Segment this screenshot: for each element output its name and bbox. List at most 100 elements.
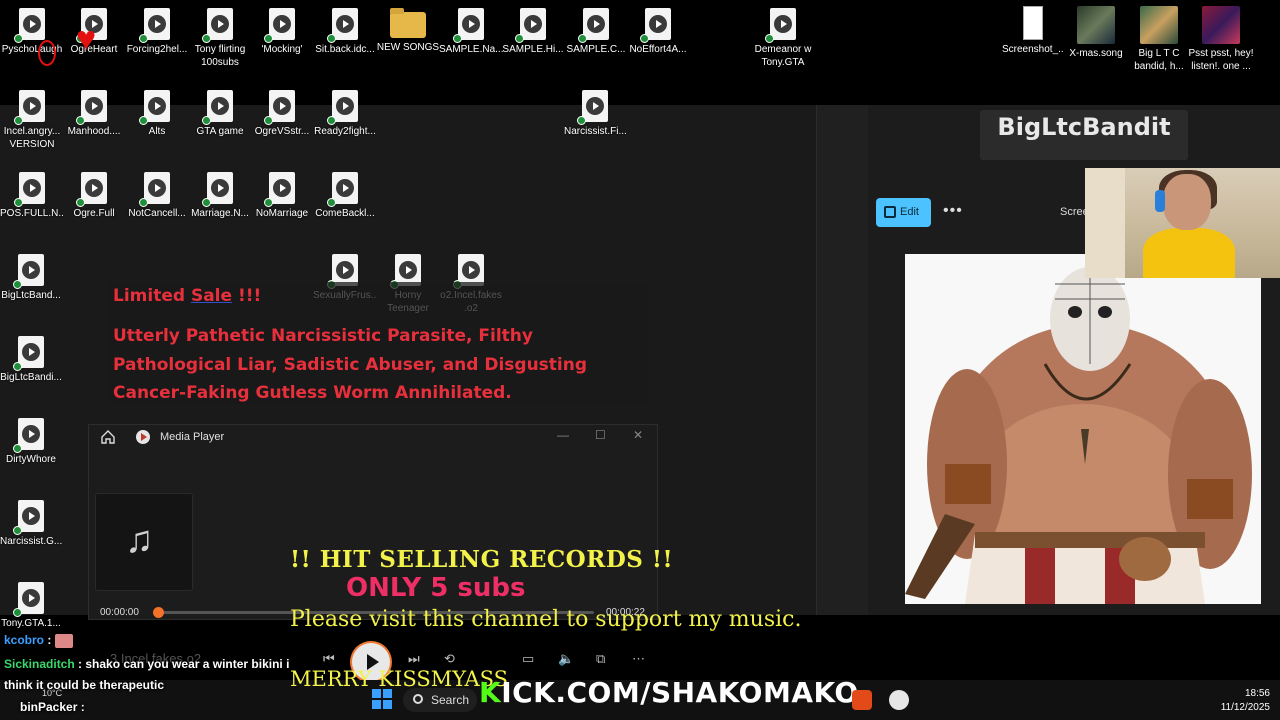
icon-label: GTA game [196,126,244,137]
merry-text: MERRY KISSMYASS [290,667,509,691]
video-file-icon [327,90,358,125]
more-options-button[interactable]: ••• [943,202,963,220]
sale-title: Limited Sale !!! [113,286,262,306]
folder-icon [390,8,426,38]
icon-label: Sit.back.idc... [315,44,375,55]
icon-label: BigLtcBandi... [0,372,62,383]
video-file-icon [13,336,44,371]
previous-icon[interactable]: ⏮ [323,651,335,667]
icon-label: SAMPLE.Hi... [502,44,564,55]
icon-label: Psst psst, hey! listen!. one ... [1188,48,1254,72]
desktop-icon[interactable]: Forcing2hel... [125,8,189,56]
screen: PyschoLaugh OgreHeart Forcing2hel... Tony f… [0,0,1280,720]
desktop-icon[interactable]: ComeBackl... [313,172,377,220]
icon-label: Marriage.N... [191,208,249,219]
caption-icon[interactable]: ▭ [522,651,534,667]
desktop-icon[interactable]: DirtyWhore [0,418,62,466]
desktop-icon-narcissist[interactable]: Narcissist.Fi... [564,90,626,138]
webcam-overlay [1085,168,1280,278]
headset [1155,190,1165,212]
desktop-icon[interactable]: BigLtcBand... [0,254,62,302]
media-player-taskbar-icon[interactable] [889,690,909,710]
desktop-icon[interactable]: Incel.angry... VERSION [0,90,64,151]
chat-message: kcobro : [4,633,73,648]
icon-label: Narcissist.G... [0,536,62,547]
icon-label: POS.FULL.N... [0,208,64,219]
video-file-icon [14,172,45,207]
desktop-icon[interactable]: Tony.GTA.1... [0,582,62,630]
video-file-icon [515,8,546,43]
desktop-icon[interactable]: Manhood.... [62,90,126,138]
next-icon[interactable]: ⏭ [408,651,420,667]
icon-label: 'Mocking' [261,44,303,55]
edit-button[interactable]: Edit [876,198,931,227]
video-file-icon [14,90,45,125]
home-icon[interactable] [100,429,116,445]
desktop-icon[interactable]: Marriage.N... [188,172,252,220]
desktop-icon[interactable]: SAMPLE.Na... [439,8,503,56]
video-file-icon [13,582,44,617]
taskbar-search[interactable]: Search [403,688,477,712]
desktop-icon[interactable]: SAMPLE.C... [564,8,628,56]
video-file-icon [264,172,295,207]
icon-label: Incel.angry... VERSION [3,126,61,150]
desktop-icon[interactable]: GTA game [188,90,252,138]
desktop-icon[interactable]: NotCancell... [125,172,189,220]
icon-label: DirtyWhore [5,454,56,465]
desktop-icon[interactable]: NoMarriage [250,172,314,220]
video-file-icon [765,8,796,43]
more-icon[interactable]: ⋯ [632,651,645,667]
video-file-icon [202,90,233,125]
desktop-icon[interactable]: Ready2fight... [313,90,377,138]
icon-label: Tony flirting 100subs [194,44,246,68]
chat-message: binPacker : [20,700,85,714]
windows-start-icon[interactable] [372,689,392,709]
chat-message-continued: think it could be therapeutic [4,678,165,692]
icon-label: Tony.GTA.1... [1,618,61,629]
video-file-icon [578,8,609,43]
icon-label: Screenshot_... [1002,44,1064,55]
song-thumbnail-icon [1202,6,1240,44]
brave-browser-icon[interactable] [852,690,872,710]
desktop-icon[interactable]: Ogre.Full [62,172,126,220]
taskbar-clock[interactable]: 18:56 11/12/2025 [1200,687,1270,715]
video-file-icon [640,8,671,43]
video-file-icon [14,8,45,43]
desktop-icon[interactable]: BigLtcBandi... [0,336,62,384]
desktop-icon[interactable]: NEW SONGS [376,8,440,54]
chat-message: Sickinaditch : shako can you wear a wint… [4,657,290,671]
video-file-icon [139,8,170,43]
song-thumbnail-icon [1077,6,1115,44]
close-button[interactable]: ✕ [633,428,643,442]
desktop-icon-screenshot[interactable]: Screenshot_... [1002,6,1064,56]
desktop-icon-psst[interactable]: Psst psst, hey! listen!. one ... [1188,6,1254,73]
heart-icon: ♥ [76,20,97,58]
icon-label: NEW SONGS [376,42,440,53]
visit-channel-text: Please visit this channel to support my … [290,607,802,632]
desktop-icon[interactable]: Narcissist.G... [0,500,62,548]
desktop-icon-big-ltc[interactable]: Big L T C bandid, h... [1128,6,1190,73]
desktop-icon[interactable]: OgreVSstr... [250,90,314,138]
document-icon [1023,6,1043,40]
icon-label: Ogre.Full [73,208,115,219]
minimize-button[interactable]: — [557,428,569,442]
only-subs-text: ONLY 5 subs [346,573,526,603]
volume-icon[interactable]: 🔈 [558,651,574,667]
desktop-icon-xmas-song[interactable]: X-mas.song [1065,6,1127,60]
desktop-icon[interactable]: POS.FULL.N... [0,172,64,220]
desktop-icon[interactable]: 'Mocking' [250,8,314,56]
miniplayer-icon[interactable]: ⧉ [596,651,605,667]
sale-body: Utterly Pathetic Narcissistic Parasite, … [113,326,588,403]
desktop-icon[interactable]: Alts [125,90,189,138]
desktop-icon[interactable]: NoEffort4A... [626,8,690,56]
desktop-icon[interactable]: Tony flirting 100subs [188,8,252,69]
maximize-button[interactable]: ☐ [595,428,606,442]
brand-title: BigLtcBandit [980,110,1188,160]
repeat-icon[interactable]: ⟲ [444,651,455,667]
seek-knob[interactable] [153,607,164,618]
desktop-icon[interactable]: Sit.back.idc... [313,8,377,56]
desktop-icon[interactable]: SAMPLE.Hi... [501,8,565,56]
desktop-icon-demeanor[interactable]: Demeanor w Tony.GTA [752,8,814,69]
window-divider [816,105,868,615]
music-note-icon: ♫ [125,519,154,561]
